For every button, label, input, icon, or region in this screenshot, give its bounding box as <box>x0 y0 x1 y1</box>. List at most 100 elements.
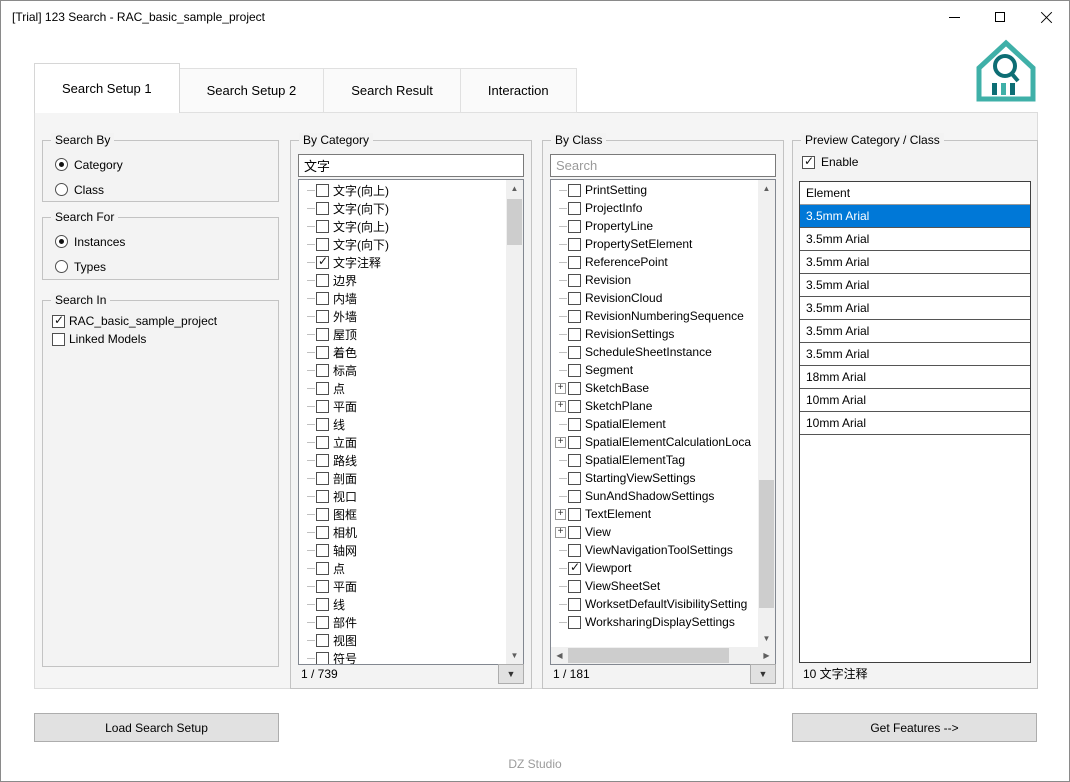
category-item[interactable]: 文字(向下) <box>299 235 506 253</box>
class-item[interactable]: SpatialElementCalculationLoca <box>551 433 758 451</box>
expand-plus-icon[interactable] <box>555 436 566 448</box>
table-row[interactable]: 3.5mm Arial <box>800 205 1030 228</box>
scroll-up-icon[interactable] <box>758 180 775 197</box>
maximize-button[interactable] <box>977 1 1023 33</box>
class-item[interactable]: WorksharingDisplaySettings <box>551 613 758 631</box>
category-item[interactable]: 点 <box>299 379 506 397</box>
category-item[interactable]: 标高 <box>299 361 506 379</box>
class-item[interactable]: Revision <box>551 271 758 289</box>
class-item[interactable]: Viewport <box>551 559 758 577</box>
category-item[interactable]: 平面 <box>299 397 506 415</box>
expand-plus-icon[interactable] <box>555 526 566 538</box>
category-item[interactable]: 相机 <box>299 523 506 541</box>
enable-checkbox[interactable]: Enable <box>802 154 858 169</box>
category-item[interactable]: 线 <box>299 595 506 613</box>
category-item[interactable]: 文字(向上) <box>299 181 506 199</box>
load-search-setup-button[interactable]: Load Search Setup <box>34 713 279 742</box>
table-row[interactable]: 10mm Arial <box>800 389 1030 412</box>
table-row[interactable]: 18mm Arial <box>800 366 1030 389</box>
search-by-radio-option[interactable]: Category <box>55 152 266 177</box>
table-row[interactable]: 10mm Arial <box>800 412 1030 435</box>
table-row[interactable]: 3.5mm Arial <box>800 297 1030 320</box>
class-item[interactable]: WorksetDefaultVisibilitySetting <box>551 595 758 613</box>
search-in-item[interactable]: Linked Models <box>50 330 271 348</box>
tab[interactable]: Search Setup 2 <box>179 68 325 113</box>
class-item[interactable]: RevisionSettings <box>551 325 758 343</box>
scrollbar-thumb[interactable] <box>759 480 774 608</box>
class-item[interactable]: ViewSheetSet <box>551 577 758 595</box>
class-item[interactable]: SpatialElementTag <box>551 451 758 469</box>
class-item[interactable]: RevisionCloud <box>551 289 758 307</box>
tab[interactable]: Search Setup 1 <box>34 63 180 113</box>
tab[interactable]: Interaction <box>460 68 577 113</box>
checkbox-icon <box>568 579 581 593</box>
table-row[interactable]: 3.5mm Arial <box>800 343 1030 366</box>
category-item[interactable]: 点 <box>299 559 506 577</box>
category-item[interactable]: 符号 <box>299 649 506 664</box>
class-item[interactable]: ReferencePoint <box>551 253 758 271</box>
class-item[interactable]: SketchPlane <box>551 397 758 415</box>
category-item[interactable]: 视图 <box>299 631 506 649</box>
expand-plus-icon[interactable] <box>555 400 566 412</box>
category-item[interactable]: 文字(向下) <box>299 199 506 217</box>
class-item[interactable]: RevisionNumberingSequence <box>551 307 758 325</box>
scrollbar-thumb[interactable] <box>568 648 730 663</box>
class-item[interactable]: ProjectInfo <box>551 199 758 217</box>
category-item[interactable]: 文字注释 <box>299 253 506 271</box>
search-for-radio-option[interactable]: Types <box>55 254 266 279</box>
expand-plus-icon[interactable] <box>555 508 566 520</box>
scroll-down-icon[interactable] <box>506 647 523 664</box>
category-item[interactable]: 文字(向上) <box>299 217 506 235</box>
category-item[interactable]: 内墙 <box>299 289 506 307</box>
tab[interactable]: Search Result <box>324 68 461 113</box>
search-in-item[interactable]: RAC_basic_sample_project <box>50 312 271 330</box>
class-item[interactable]: TextElement <box>551 505 758 523</box>
class-item[interactable]: PropertySetElement <box>551 235 758 253</box>
table-row[interactable]: 3.5mm Arial <box>800 251 1030 274</box>
category-item[interactable]: 屋顶 <box>299 325 506 343</box>
category-item[interactable]: 立面 <box>299 433 506 451</box>
class-item[interactable]: PrintSetting <box>551 181 758 199</box>
table-row[interactable]: 3.5mm Arial <box>800 320 1030 343</box>
get-features-button[interactable]: Get Features --> <box>792 713 1037 742</box>
category-item[interactable]: 路线 <box>299 451 506 469</box>
class-search-input[interactable] <box>550 154 776 177</box>
scroll-down-icon[interactable] <box>758 630 775 647</box>
vertical-scrollbar[interactable] <box>506 180 523 664</box>
table-row[interactable]: 3.5mm Arial <box>800 274 1030 297</box>
scroll-right-icon[interactable] <box>758 647 775 664</box>
category-item[interactable]: 图框 <box>299 505 506 523</box>
class-item[interactable]: ViewNavigationToolSettings <box>551 541 758 559</box>
category-item[interactable]: 边界 <box>299 271 506 289</box>
category-dropdown-button[interactable] <box>498 663 524 684</box>
class-item[interactable]: StartingViewSettings <box>551 469 758 487</box>
class-item[interactable]: SketchBase <box>551 379 758 397</box>
class-item[interactable]: PropertyLine <box>551 217 758 235</box>
class-item[interactable]: ScheduleSheetInstance <box>551 343 758 361</box>
minimize-button[interactable] <box>931 1 977 33</box>
category-item[interactable]: 部件 <box>299 613 506 631</box>
class-dropdown-button[interactable] <box>750 663 776 684</box>
class-item[interactable]: Segment <box>551 361 758 379</box>
class-item[interactable]: View <box>551 523 758 541</box>
search-by-radio-option[interactable]: Class <box>55 177 266 202</box>
category-item[interactable]: 剖面 <box>299 469 506 487</box>
category-item[interactable]: 视口 <box>299 487 506 505</box>
category-item[interactable]: 平面 <box>299 577 506 595</box>
class-item[interactable]: SpatialElement <box>551 415 758 433</box>
scroll-left-icon[interactable] <box>551 647 568 664</box>
category-item[interactable]: 着色 <box>299 343 506 361</box>
vertical-scrollbar[interactable] <box>758 180 775 647</box>
category-item[interactable]: 轴网 <box>299 541 506 559</box>
category-item[interactable]: 外墙 <box>299 307 506 325</box>
category-item[interactable]: 线 <box>299 415 506 433</box>
horizontal-scrollbar[interactable] <box>551 647 775 664</box>
table-row[interactable]: 3.5mm Arial <box>800 228 1030 251</box>
scroll-up-icon[interactable] <box>506 180 523 197</box>
scrollbar-thumb[interactable] <box>507 199 522 245</box>
expand-plus-icon[interactable] <box>555 382 566 394</box>
close-button[interactable] <box>1023 1 1069 33</box>
search-for-radio-option[interactable]: Instances <box>55 229 266 254</box>
category-filter-input[interactable] <box>298 154 524 177</box>
class-item[interactable]: SunAndShadowSettings <box>551 487 758 505</box>
